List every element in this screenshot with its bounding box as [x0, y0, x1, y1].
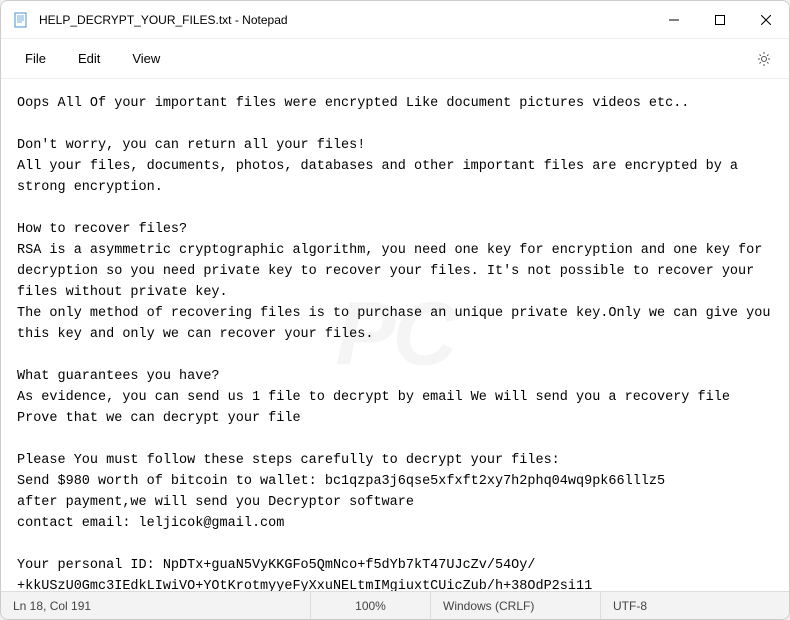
- notepad-icon: [13, 12, 29, 28]
- status-line-ending: Windows (CRLF): [431, 592, 601, 619]
- status-cursor-position: Ln 18, Col 191: [1, 592, 311, 619]
- maximize-button[interactable]: [697, 1, 743, 38]
- status-encoding: UTF-8: [601, 592, 789, 619]
- status-zoom[interactable]: 100%: [311, 592, 431, 619]
- text-area[interactable]: Oops All Of your important files were en…: [1, 79, 789, 591]
- notepad-window: HELP_DECRYPT_YOUR_FILES.txt - Notepad Fi…: [0, 0, 790, 620]
- window-title: HELP_DECRYPT_YOUR_FILES.txt - Notepad: [39, 13, 651, 27]
- statusbar: Ln 18, Col 191 100% Windows (CRLF) UTF-8: [1, 591, 789, 619]
- window-controls: [651, 1, 789, 38]
- settings-button[interactable]: [755, 50, 773, 68]
- document-text: Oops All Of your important files were en…: [17, 96, 779, 591]
- minimize-button[interactable]: [651, 1, 697, 38]
- titlebar: HELP_DECRYPT_YOUR_FILES.txt - Notepad: [1, 1, 789, 39]
- menu-edit[interactable]: Edit: [62, 45, 116, 72]
- menu-file[interactable]: File: [9, 45, 62, 72]
- close-button[interactable]: [743, 1, 789, 38]
- menubar: File Edit View: [1, 39, 789, 79]
- menu-view[interactable]: View: [116, 45, 176, 72]
- gear-icon: [756, 51, 772, 67]
